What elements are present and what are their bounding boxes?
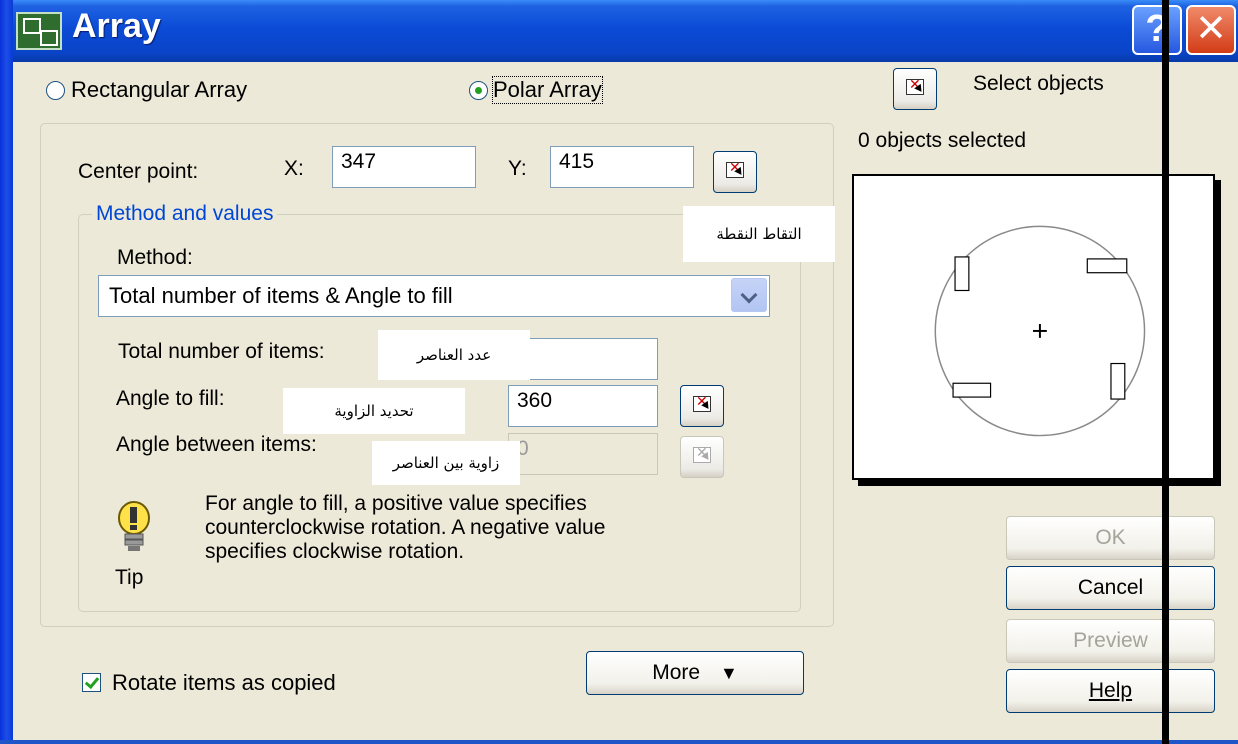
pick-center-point-button[interactable]: ✕: [713, 151, 757, 193]
array-dialog: Array ? ✕ Rectangular Array Polar Array …: [0, 0, 1238, 744]
x-label: X:: [284, 157, 304, 180]
title-bar: Array ? ✕: [0, 0, 1238, 62]
array-app-icon: [16, 12, 62, 50]
array-preview-image: [852, 174, 1215, 480]
method-select-value: Total number of items & Angle to fill: [109, 283, 453, 308]
annotation-angle-between: زاوية بين العناصر: [372, 441, 520, 485]
rectangular-array-radio[interactable]: [46, 81, 65, 100]
center-x-input[interactable]: 347: [332, 146, 476, 188]
total-items-label: Total number of items:: [118, 340, 325, 363]
polar-array-label[interactable]: Polar Array: [492, 76, 603, 104]
pick-angle-fill-button[interactable]: ✕: [680, 385, 724, 427]
tip-text-line-3: specifies clockwise rotation.: [205, 540, 465, 563]
help-button-label: Help: [1088, 679, 1133, 702]
checkmark-icon: [84, 673, 100, 690]
window-left-border: [0, 0, 13, 744]
annotation-pick-point: التقاط النقطة: [683, 206, 835, 262]
tip-text-line-2: counterclockwise rotation. A negative va…: [205, 516, 606, 539]
select-objects-label: Select objects: [973, 72, 1104, 95]
method-label: Method:: [117, 246, 193, 269]
rotate-items-checkbox[interactable]: [82, 673, 101, 692]
preview-button: Preview: [1006, 619, 1215, 663]
help-button[interactable]: Help: [1006, 669, 1215, 713]
angle-fill-label: Angle to fill:: [116, 387, 225, 410]
lightbulb-icon: [118, 501, 150, 551]
center-y-input[interactable]: 415: [550, 146, 694, 188]
radio-selected-dot: [475, 87, 482, 94]
center-point-label: Center point:: [78, 160, 199, 183]
annotation-angle-fill: تحديد الزاوية: [283, 388, 465, 434]
angle-between-label: Angle between items:: [116, 433, 317, 456]
window-title: Array: [72, 7, 161, 45]
angle-between-input: 0: [508, 433, 658, 475]
select-objects-button[interactable]: ✕: [893, 68, 937, 110]
method-select[interactable]: Total number of items & Angle to fill: [98, 275, 770, 317]
tip-text-line-1: For angle to fill, a positive value spec…: [205, 492, 587, 515]
polar-array-radio[interactable]: [469, 81, 488, 100]
rotate-items-label[interactable]: Rotate items as copied: [112, 670, 336, 696]
chevron-down-icon[interactable]: [731, 278, 767, 312]
vertical-divider-line: [1162, 0, 1169, 744]
titlebar-help-button[interactable]: ?: [1132, 5, 1182, 55]
more-button-label: More: [652, 661, 701, 684]
cancel-button[interactable]: Cancel: [1006, 566, 1215, 610]
tip-label: Tip: [115, 566, 144, 589]
y-label: Y:: [508, 157, 527, 180]
pick-angle-between-button: ✕: [680, 436, 724, 478]
annotation-total-items: عدد العناصر: [378, 330, 530, 380]
angle-fill-input[interactable]: 360: [508, 385, 658, 427]
rectangular-array-label[interactable]: Rectangular Array: [71, 77, 247, 103]
more-button[interactable]: More ▼: [586, 651, 804, 695]
titlebar-close-button[interactable]: ✕: [1186, 5, 1236, 55]
ok-button: OK: [1006, 516, 1215, 560]
method-values-title: Method and values: [92, 202, 278, 226]
double-chevron-down-icon: ▼: [719, 663, 738, 683]
objects-selected-status: 0 objects selected: [858, 129, 1027, 152]
total-items-input[interactable]: [508, 338, 658, 380]
window-bottom-border: [0, 740, 1238, 744]
